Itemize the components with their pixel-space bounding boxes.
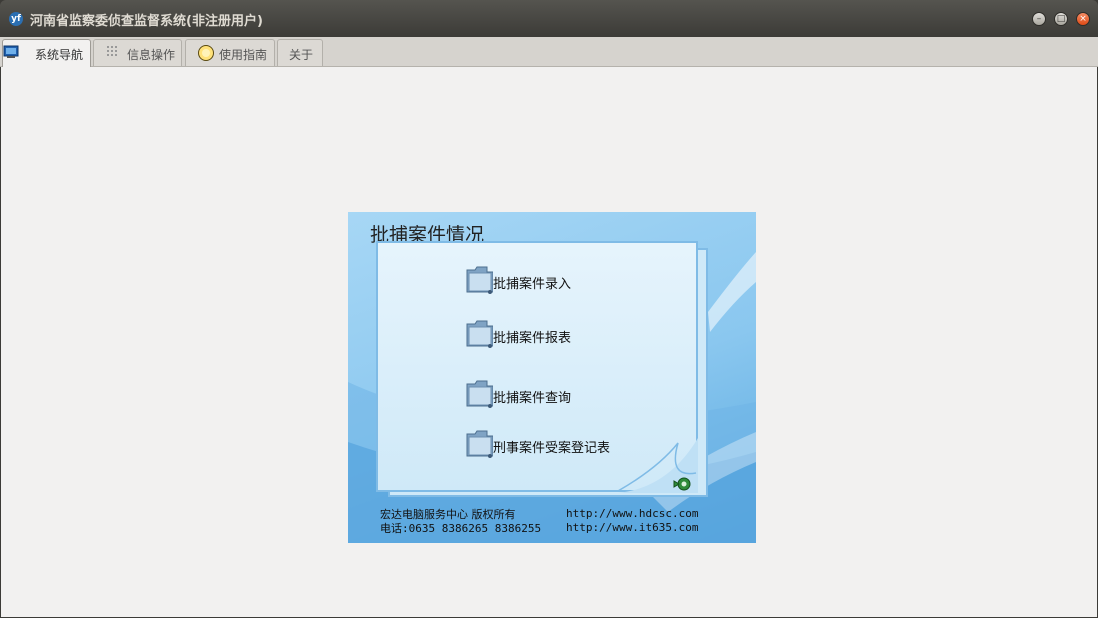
- folder-icon: [466, 266, 493, 294]
- tab-label: 系统导航: [35, 48, 84, 62]
- tab-label: 信息操作: [127, 48, 176, 62]
- menu-item-label: 批捕案件报表: [493, 331, 572, 346]
- menu-item-label: 批捕案件查询: [493, 391, 572, 406]
- maximize-button[interactable]: □: [1054, 12, 1068, 26]
- return-arrow-icon[interactable]: [673, 475, 693, 491]
- tab-about[interactable]: 关于: [277, 39, 323, 66]
- tab-info-operation[interactable]: 信息操作: [93, 39, 182, 66]
- folder-icon: [466, 430, 493, 458]
- tab-system-navigation[interactable]: 系统导航: [2, 39, 91, 67]
- tab-label: 关于: [289, 48, 314, 62]
- close-button[interactable]: ×: [1076, 12, 1090, 26]
- phone-line: 电话:0635 8386265 8386255: [380, 520, 541, 536]
- monitor-icon: [3, 45, 19, 62]
- window-title: 河南省监察委侦查监督系统(非注册用户): [30, 14, 263, 29]
- grid-icon: [106, 45, 120, 62]
- menu-item-label: 批捕案件录入: [493, 277, 572, 292]
- help-circle-icon: [197, 44, 215, 65]
- title-bar[interactable]: yf 河南省监察委侦查监督系统(非注册用户) – □ ×: [0, 0, 1098, 37]
- phone-label: 电话: [380, 522, 402, 535]
- tab-user-guide[interactable]: 使用指南: [185, 39, 275, 66]
- tab-label: 使用指南: [219, 48, 268, 62]
- app-logo-icon: yf: [9, 12, 23, 26]
- tab-bar: 系统导航 信息操作 使用指南 关于: [0, 37, 1098, 67]
- navigation-panel: 批捕案件情况 批捕案件录入 批捕案件报表 批捕案件查询 刑事案件受案登记表 宏达…: [348, 212, 756, 543]
- website-link-2[interactable]: http://www.it635.com: [566, 521, 698, 534]
- menu-item-label: 刑事案件受案登记表: [493, 441, 611, 456]
- website-link-1[interactable]: http://www.hdcsc.com: [566, 507, 698, 520]
- minimize-button[interactable]: –: [1032, 12, 1046, 26]
- folder-icon: [466, 380, 493, 408]
- phone-number: :0635 8386265 8386255: [402, 522, 542, 535]
- folder-icon: [466, 320, 493, 348]
